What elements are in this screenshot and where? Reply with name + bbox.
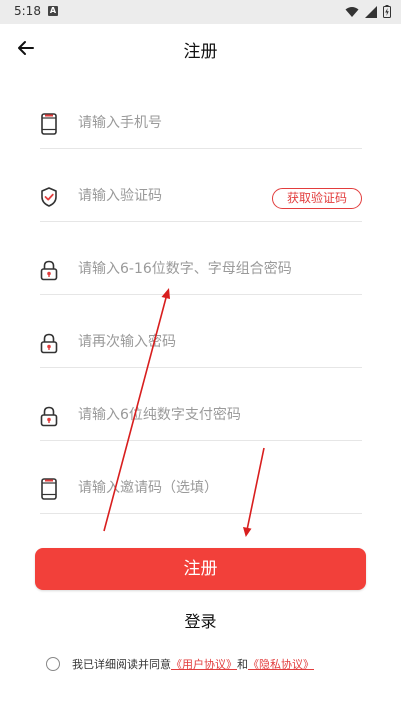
lock-icon	[40, 260, 58, 281]
password-input[interactable]	[78, 255, 298, 283]
annotation-arrowhead-down	[243, 527, 252, 537]
login-link[interactable]: 登录	[0, 608, 401, 632]
signal-icon	[365, 5, 377, 18]
header: 注册	[0, 24, 401, 72]
invite-code-input[interactable]	[78, 474, 298, 502]
status-bar: 5:18 A	[0, 0, 401, 24]
phone-field	[40, 99, 362, 149]
verification-code-field: 获取验证码	[40, 172, 362, 222]
privacy-agreement-link[interactable]: 《隐私协议》	[248, 656, 314, 672]
wifi-icon	[345, 6, 359, 17]
accessibility-notification-icon: A	[48, 6, 58, 16]
agreement-checkbox[interactable]	[46, 657, 60, 671]
agreement-joiner: 和	[237, 658, 248, 671]
user-agreement-link[interactable]: 《用户协议》	[171, 656, 237, 672]
register-button[interactable]: 注册	[35, 548, 366, 590]
phone-input[interactable]	[78, 109, 298, 137]
confirm-password-field	[40, 318, 362, 368]
get-code-button[interactable]: 获取验证码	[272, 188, 362, 209]
verification-code-input[interactable]	[78, 182, 298, 210]
lock-icon	[40, 406, 58, 427]
agreement-row: 我已详细阅读并同意 《用户协议》 和 《隐私协议》	[46, 656, 314, 672]
password-field	[40, 245, 362, 295]
page-title: 注册	[183, 42, 218, 62]
invite-code-field	[40, 464, 362, 514]
phone-icon	[41, 113, 57, 135]
lock-icon	[40, 333, 58, 354]
agreement-prefix: 我已详细阅读并同意	[72, 658, 171, 671]
status-time: 5:18	[14, 4, 41, 18]
pay-password-field	[40, 391, 362, 441]
shield-check-icon	[41, 187, 57, 207]
battery-charging-icon	[383, 5, 391, 18]
status-icons	[345, 5, 391, 18]
confirm-password-input[interactable]	[78, 328, 298, 356]
pay-password-input[interactable]	[78, 401, 298, 429]
phone-icon	[41, 478, 57, 500]
